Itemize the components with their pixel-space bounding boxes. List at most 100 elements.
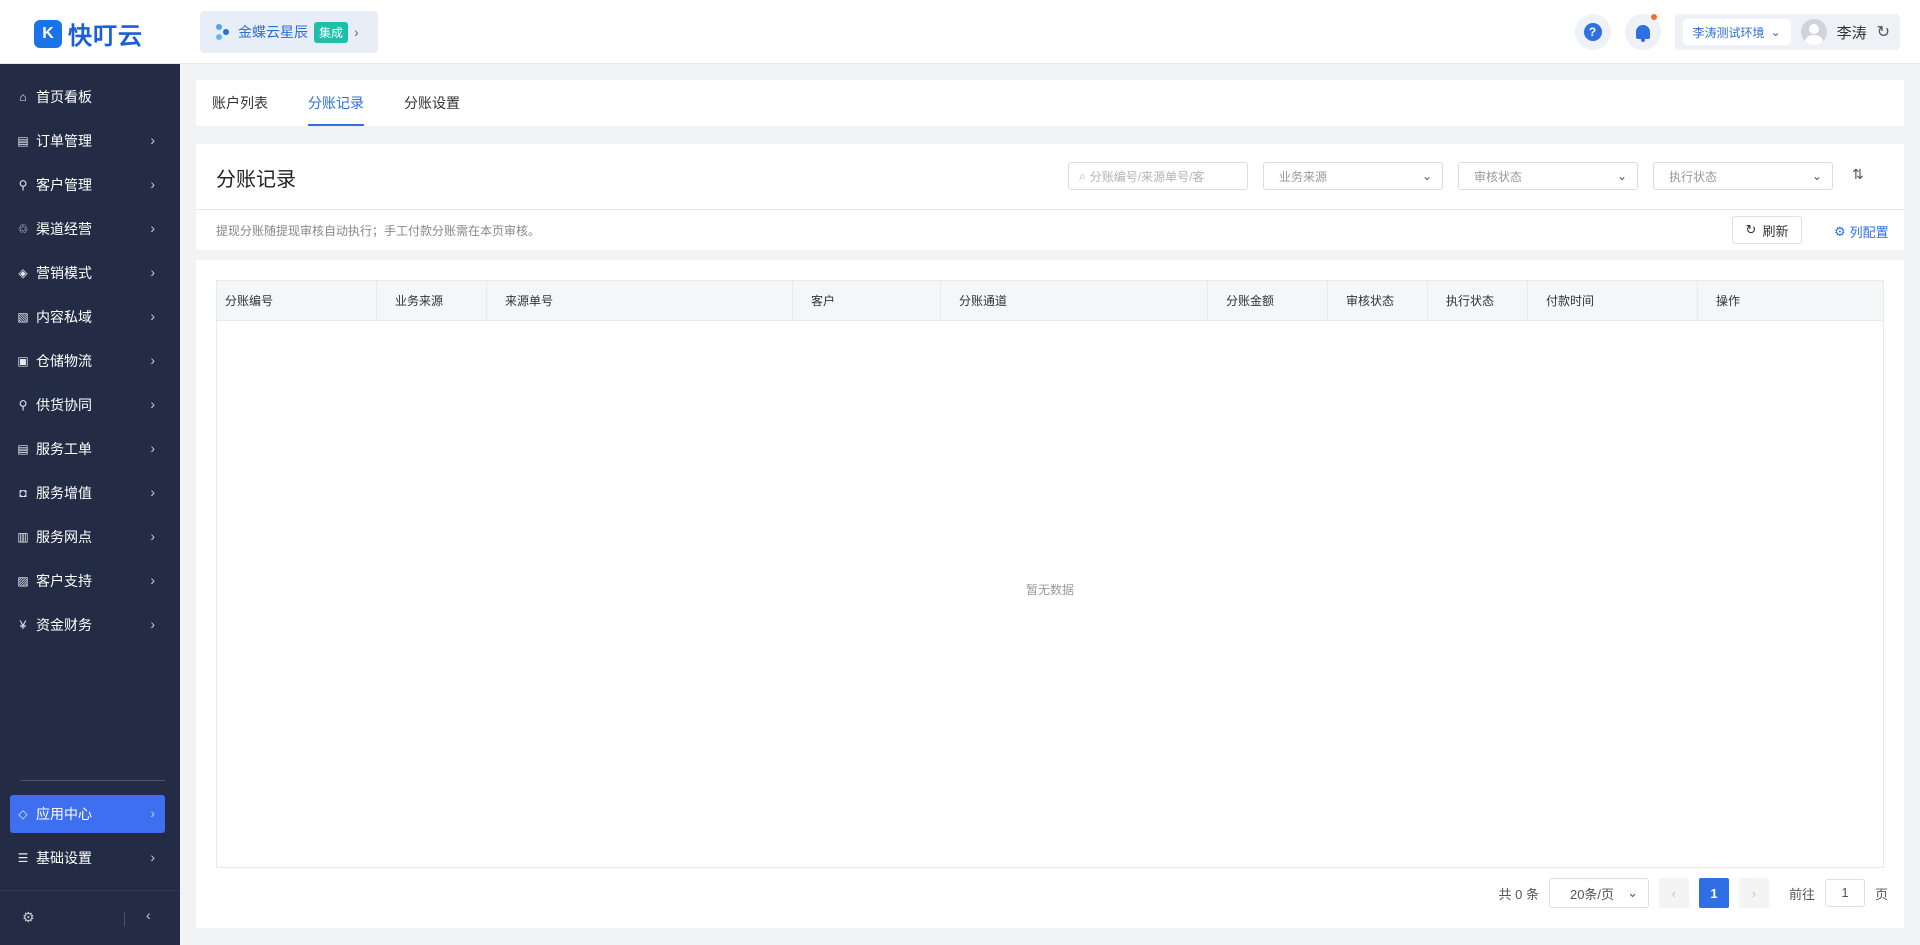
chevron-right-icon: › — [150, 220, 155, 236]
sidebar-item-channels[interactable]: ♲ 渠道经营 › — [10, 210, 165, 248]
sidebar-item-service-tickets[interactable]: ▤ 服务工单 › — [10, 430, 165, 468]
column-header[interactable]: 分账通道 — [941, 281, 1208, 321]
sidebar: ⌂ 首页看板 ▤ 订单管理 › ⚲ 客户管理 › ♲ 渠道经营 › ◈ 营销模式… — [0, 64, 180, 945]
chevron-right-icon: › — [150, 440, 155, 456]
sidebar-item-app-center[interactable]: ◇ 应用中心 › — [10, 795, 165, 833]
chevron-right-icon: › — [354, 24, 359, 40]
search-input[interactable]: ⌕ 分账编号/来源单号/客 — [1068, 162, 1248, 190]
sidebar-item-content[interactable]: ▧ 内容私域 › — [10, 298, 165, 336]
column-header[interactable]: 分账金额 — [1208, 281, 1328, 321]
chevron-down-icon: ⌄ — [1627, 885, 1638, 900]
chevron-right-icon: › — [150, 616, 155, 632]
sidebar-item-supply[interactable]: ⚲ 供货协同 › — [10, 386, 165, 424]
column-config-button[interactable]: ⚙ 列配置 — [1834, 222, 1889, 241]
column-header[interactable]: 操作 — [1698, 281, 1883, 321]
environment-select[interactable]: 李涛测试环境 ⌄ — [1682, 19, 1791, 45]
reload-icon[interactable]: ↻ — [1877, 22, 1890, 42]
column-header[interactable]: 业务来源 — [377, 281, 487, 321]
channel-icon: ♲ — [17, 222, 29, 236]
collapse-sidebar-icon[interactable]: ‹ — [146, 907, 151, 923]
sidebar-item-settings[interactable]: ☰ 基础设置 › — [10, 839, 165, 877]
pagination: 共 0 条 20条/页 ⌄ ‹ 1 › 前往 1 页 — [1498, 878, 1888, 908]
column-header[interactable]: 客户 — [793, 281, 941, 321]
sidebar-item-marketing[interactable]: ◈ 营销模式 › — [10, 254, 165, 292]
gear-icon[interactable]: ⚙ — [22, 909, 35, 926]
store-icon: ▥ — [17, 530, 29, 544]
chevron-right-icon: › — [150, 132, 155, 148]
integration-name: 金蝶云星辰 — [238, 24, 308, 40]
user-box: 李涛测试环境 ⌄ 李涛 ↻ — [1674, 14, 1900, 50]
tabs-bar: 账户列表 分账记录 分账设置 — [196, 80, 1904, 126]
support-icon: ▨ — [17, 574, 29, 588]
select-placeholder: 执行状态 — [1669, 169, 1718, 184]
avatar[interactable] — [1800, 19, 1827, 45]
user-name[interactable]: 李涛 — [1837, 22, 1867, 43]
sidebar-item-label: 服务增值 — [36, 485, 92, 501]
sidebar-item-label: 首页看板 — [36, 89, 92, 105]
table-header: 分账编号 业务来源 来源单号 客户 分账通道 分账金额 审核状态 执行状态 付款… — [217, 281, 1883, 321]
tab-account-list[interactable]: 账户列表 — [212, 80, 268, 126]
records-table: 分账编号 业务来源 来源单号 客户 分账通道 分账金额 审核状态 执行状态 付款… — [216, 280, 1884, 868]
help-button[interactable]: ? — [1574, 14, 1611, 50]
chevron-down-icon: ⌄ — [1421, 169, 1432, 183]
chevron-right-icon: › — [150, 572, 155, 588]
filter-panel: 分账记录 ⌕ 分账编号/来源单号/客 业务来源 ⌄ 审核状态 ⌄ 执行状态 ⌄ … — [196, 144, 1904, 250]
sidebar-item-label: 客户管理 — [36, 177, 92, 193]
chevron-right-icon: › — [150, 264, 155, 280]
column-header[interactable]: 执行状态 — [1428, 281, 1528, 321]
tab-split-settings[interactable]: 分账设置 — [404, 80, 460, 126]
page-size-select[interactable]: 20条/页 ⌄ — [1548, 878, 1649, 908]
refresh-button[interactable]: ↻ 刷新 — [1732, 216, 1802, 244]
chevron-right-icon: › — [150, 308, 155, 324]
integration-badge: 集成 — [314, 21, 349, 43]
chevron-right-icon: › — [150, 849, 155, 865]
logo-mark-icon: K — [34, 19, 62, 48]
sidebar-item-customers[interactable]: ⚲ 客户管理 › — [10, 166, 165, 204]
chevron-right-icon: › — [150, 352, 155, 368]
app-logo[interactable]: K 快叮云 — [34, 16, 143, 51]
sidebar-item-label: 应用中心 — [36, 806, 92, 822]
sidebar-item-value-added[interactable]: ◘ 服务增值 › — [10, 474, 165, 512]
sidebar-item-warehouse[interactable]: ▣ 仓储物流 › — [10, 342, 165, 380]
sidebar-item-label: 供货协同 — [36, 397, 92, 413]
column-header[interactable]: 来源单号 — [487, 281, 793, 321]
prev-page-button[interactable]: ‹ — [1658, 878, 1689, 908]
notification-dot — [1650, 14, 1657, 20]
help-icon: ? — [1583, 23, 1602, 41]
sidebar-item-support[interactable]: ▨ 客户支持 › — [10, 562, 165, 600]
column-header[interactable]: 分账编号 — [217, 281, 377, 321]
sidebar-item-label: 仓储物流 — [36, 353, 92, 369]
sort-icon[interactable]: ⇅ — [1852, 166, 1864, 183]
empty-state: 暂无数据 — [1025, 583, 1074, 597]
top-header: K 快叮云 金蝶云星辰 集成 › ? 李涛测试环境 ⌄ 李涛 ↻ — [0, 0, 1920, 64]
sidebar-item-finance[interactable]: ¥ 资金财务 › — [10, 606, 165, 644]
source-select[interactable]: 业务来源 ⌄ — [1263, 162, 1443, 190]
chevron-right-icon: › — [150, 484, 155, 500]
sidebar-item-label: 资金财务 — [36, 617, 92, 633]
audit-status-select[interactable]: 审核状态 ⌄ — [1458, 162, 1638, 190]
goto-page-input[interactable]: 1 — [1824, 879, 1865, 907]
total-count: 共 0 条 — [1498, 886, 1539, 902]
column-header[interactable]: 审核状态 — [1328, 281, 1428, 321]
column-header[interactable]: 付款时间 — [1528, 281, 1698, 321]
notification-button[interactable] — [1624, 14, 1661, 50]
sidebar-item-label: 渠道经营 — [36, 221, 92, 237]
search-placeholder: 分账编号/来源单号/客 — [1089, 169, 1205, 184]
tip-text: 提现分账随提现审核自动执行；手工付款分账需在本页审核。 — [216, 224, 541, 238]
ticket-icon: ▤ — [17, 442, 29, 456]
integration-switcher[interactable]: 金蝶云星辰 集成 › — [200, 11, 378, 53]
tab-split-records[interactable]: 分账记录 — [308, 80, 364, 126]
sidebar-item-dashboard[interactable]: ⌂ 首页看板 — [10, 78, 165, 116]
page-size-label: 20条/页 — [1569, 886, 1615, 902]
chevron-right-icon: › — [150, 396, 155, 412]
sidebar-footer-divider — [0, 890, 180, 891]
user-icon: ⚲ — [18, 178, 28, 192]
chevron-down-icon: ⌄ — [1811, 169, 1822, 183]
page-number[interactable]: 1 — [1698, 878, 1729, 908]
next-page-button[interactable]: › — [1738, 878, 1769, 908]
sidebar-item-label: 客户支持 — [36, 573, 92, 589]
sidebar-item-outlets[interactable]: ▥ 服务网点 › — [10, 518, 165, 556]
table-panel: 分账编号 业务来源 来源单号 客户 分账通道 分账金额 审核状态 执行状态 付款… — [196, 260, 1904, 928]
sidebar-item-orders[interactable]: ▤ 订单管理 › — [10, 122, 165, 160]
exec-status-select[interactable]: 执行状态 ⌄ — [1653, 162, 1833, 190]
